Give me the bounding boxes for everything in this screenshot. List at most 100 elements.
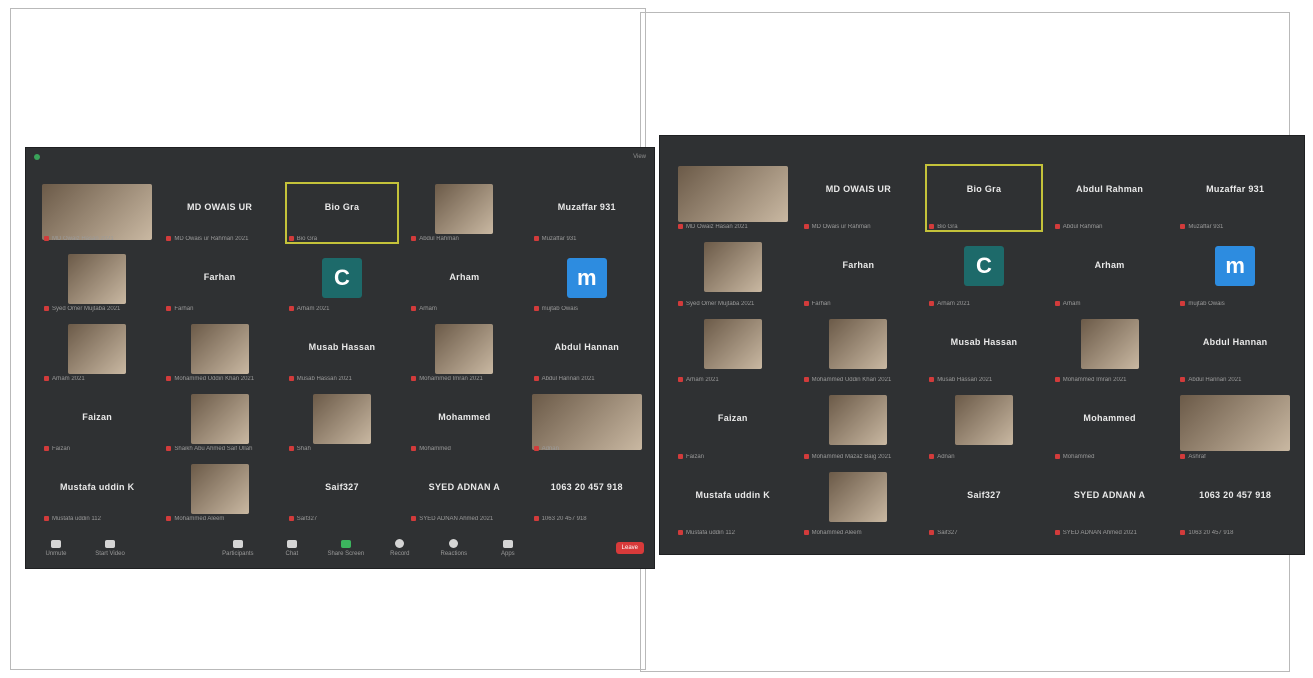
muted-mic-icon — [803, 377, 809, 383]
participant-tile[interactable]: Mohammed Imran 2021 — [1051, 317, 1169, 385]
participant-tile[interactable]: Bio Gra Bio Gra — [284, 182, 400, 244]
participant-display-name: Farhan — [842, 260, 875, 271]
participant-name-text: Syed Omer Mujtaba 2021 — [686, 300, 755, 307]
muted-mic-icon — [288, 445, 294, 451]
participant-tile[interactable]: Shah — [285, 392, 399, 454]
participant-name-label: MD Owaiz Hasan 2021 — [678, 224, 792, 230]
participant-name-text: Saif327 — [937, 530, 958, 536]
participant-tile[interactable]: MD OWAIS UR MD Owais ur Rahman 2021 — [162, 182, 276, 244]
start-video-button[interactable]: Start Video — [90, 539, 130, 557]
participant-tile[interactable]: Mohammed Aleem — [162, 462, 276, 524]
participant-name-text: Adnan — [541, 446, 559, 452]
participant-name-label: Saif327 — [929, 529, 1043, 536]
participant-video — [42, 184, 153, 240]
participant-video — [531, 394, 642, 450]
participant-tile[interactable]: m mujtab Owais — [530, 252, 644, 314]
participant-tile[interactable]: Abdul Hannan Abdul Hannan 2021 — [530, 322, 644, 384]
participant-tile[interactable]: m mujtab Owais — [1176, 240, 1294, 308]
reactions-button[interactable]: Reactions — [434, 539, 474, 557]
participant-name-label: Abdul Hannan 2021 — [533, 375, 644, 382]
leave-button[interactable]: Leave — [615, 542, 645, 554]
participant-tile[interactable]: Adnan — [530, 392, 644, 454]
muted-mic-icon — [1054, 453, 1060, 459]
participant-tile[interactable]: Mohammed Mazaz Baig 2021 — [800, 393, 918, 461]
participant-tile[interactable]: Abdul Rahman Abdul Rahman — [1051, 164, 1169, 232]
participant-name-label: MD Owais ur Rahman 2021 — [166, 235, 276, 242]
participant-video — [1180, 395, 1291, 452]
apps-button[interactable]: Apps — [488, 539, 528, 557]
participant-tile[interactable]: MD Owaiz Hasan 2021 — [40, 182, 154, 244]
participant-tile[interactable]: Arham Arham — [407, 252, 521, 314]
participant-tile[interactable]: Mohammed Imran 2021 — [407, 322, 521, 384]
muted-mic-icon — [44, 305, 49, 311]
participant-tile[interactable]: Mohammed Uddin Khan 2021 — [162, 322, 276, 384]
participant-tile[interactable]: Muzaffar 931 Muzaffar 931 — [1176, 164, 1294, 232]
participant-tile[interactable]: Syed Omer Mujtaba 2021 — [40, 252, 154, 314]
participant-video — [68, 254, 127, 304]
participant-tile[interactable]: C Arham 2021 — [285, 252, 399, 314]
participant-tile[interactable]: Mohammed Uddin Khan 2021 — [800, 317, 918, 385]
participant-display-name: Abdul Hannan — [1202, 336, 1268, 347]
participant-video — [677, 166, 788, 222]
participant-tile[interactable]: MD OWAIS UR MD Owais ur Rahman — [800, 164, 918, 232]
participant-tile[interactable]: Abdul Rahman — [407, 182, 521, 244]
participant-tile[interactable]: Ashraf — [1176, 393, 1294, 461]
participant-tile[interactable]: 1063 20 457 918 1063 20 457 918 — [1176, 470, 1294, 538]
participant-name-label: Mohammed Aleem — [166, 515, 276, 522]
participant-name-label: Abdul Rahman — [1054, 224, 1169, 230]
participant-name-label: SYED ADNAN Ahmed 2021 — [1054, 529, 1169, 536]
video-label: Start Video — [95, 550, 125, 557]
participant-tile[interactable]: Syed Omer Mujtaba 2021 — [674, 240, 792, 308]
muted-mic-icon — [1054, 377, 1060, 383]
participant-name-label: Bio Gra — [929, 224, 1043, 230]
participant-tile[interactable]: Saif327 Saif327 — [285, 462, 399, 524]
participant-tile[interactable]: Mohammed Mohammed — [407, 392, 521, 454]
participant-tile[interactable]: Faizan Faizan — [40, 392, 154, 454]
view-button[interactable]: View — [633, 154, 646, 160]
muted-mic-icon — [166, 515, 172, 521]
participant-tile[interactable]: MD Owaiz Hasan 2021 — [674, 164, 792, 232]
participant-tile[interactable]: C Arham 2021 — [925, 240, 1043, 308]
participant-tile[interactable]: Adnan — [925, 393, 1043, 461]
participant-tile[interactable]: Farhan Farhan — [800, 240, 918, 308]
participant-tile[interactable]: Muzaffar 931 Muzaffar 931 — [530, 182, 644, 244]
participant-tile[interactable]: Abdul Hannan Abdul Hannan 2021 — [1176, 317, 1294, 385]
participant-name-text: SYED ADNAN Ahmed 2021 — [419, 516, 494, 522]
participant-name-text: SYED ADNAN Ahmed 2021 — [1062, 530, 1137, 536]
participant-tile[interactable]: Arham Arham — [1051, 240, 1169, 308]
participant-name-label: Saif327 — [288, 515, 399, 522]
participant-tile[interactable]: Mustafa uddin K Mustafa uddin 112 — [40, 462, 154, 524]
participant-name-text: Shaikh Abu Ahmed Saif Ullah — [174, 446, 253, 452]
participant-tile[interactable]: Arham 2021 — [40, 322, 154, 384]
participants-button[interactable]: Participants — [218, 539, 258, 557]
share-screen-button[interactable]: Share Screen — [326, 539, 366, 557]
participant-tile[interactable]: SYED ADNAN A SYED ADNAN Ahmed 2021 — [407, 462, 521, 524]
participant-tile[interactable]: Mustafa uddin K Mustafa uddin 112 — [674, 470, 792, 538]
record-button[interactable]: Record — [380, 539, 420, 557]
participant-tile[interactable]: Faizan Faizan — [674, 393, 792, 461]
participant-tile[interactable]: Mohammed Mohammed — [1051, 393, 1169, 461]
chat-button[interactable]: Chat — [272, 539, 312, 557]
participant-avatar: m — [566, 258, 607, 298]
muted-mic-icon — [678, 529, 683, 535]
participant-tile[interactable]: Saif327 Saif327 — [925, 470, 1043, 538]
participant-tile[interactable]: Musab Hassan Musab Hassan 2021 — [285, 322, 399, 384]
muted-mic-icon — [288, 375, 294, 381]
participant-tile[interactable]: SYED ADNAN A SYED ADNAN Ahmed 2021 — [1051, 470, 1169, 538]
participant-name-text: Adnan — [937, 453, 955, 460]
participant-name-label: MD Owaiz Hasan 2021 — [44, 235, 154, 242]
participant-name-text: Syed Omer Mujtaba 2021 — [52, 306, 121, 312]
muted-mic-icon — [44, 515, 49, 521]
participant-video — [190, 394, 249, 444]
participant-tile[interactable]: Bio Gra Bio Gra — [925, 164, 1043, 233]
participant-tile[interactable]: 1063 20 457 918 1063 20 457 918 — [530, 462, 644, 524]
participant-name-text: Mohammed — [1062, 453, 1095, 460]
participant-tile[interactable]: Shaikh Abu Ahmed Saif Ullah — [162, 392, 276, 454]
participant-name-label: Mohammed — [411, 445, 521, 452]
participant-tile[interactable]: Musab Hassan Musab Hassan 2021 — [925, 317, 1043, 385]
participant-tile[interactable]: Arham 2021 — [674, 317, 792, 385]
participant-name-label: Mohammed Uddin Khan 2021 — [803, 377, 918, 383]
participant-tile[interactable]: Mohammed Aleem — [800, 470, 918, 538]
participant-tile[interactable]: Farhan Farhan — [162, 252, 276, 314]
mute-button[interactable]: Unmute — [36, 539, 76, 557]
